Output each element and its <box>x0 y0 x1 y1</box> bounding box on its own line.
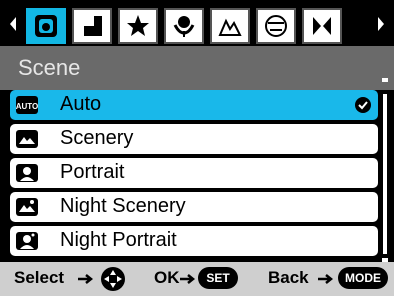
night-scenery-icon <box>16 198 38 216</box>
list-item-portrait[interactable]: Portrait <box>10 158 378 188</box>
auto-icon: AUTO <box>16 96 39 114</box>
list-item-label: Portrait <box>60 161 125 183</box>
ok-hint-label: OK <box>154 268 180 287</box>
arrow-right-icon <box>318 274 334 284</box>
menu-header: Scene <box>0 46 394 90</box>
portrait-icon <box>16 164 38 182</box>
tab-favorites[interactable] <box>118 8 158 44</box>
button-hints-bar: Select OK SET Back MODE <box>0 262 394 296</box>
list-item-night-scenery[interactable]: Night Scenery <box>10 192 378 222</box>
set-button-icon: SET <box>198 267 238 289</box>
list-item-label: Night Scenery <box>60 195 186 217</box>
svg-text:AUTO: AUTO <box>16 102 39 111</box>
exposure-icon <box>84 16 102 36</box>
list-item-scenery[interactable]: Scenery <box>10 124 378 154</box>
scroll-up-marker <box>382 78 388 82</box>
bracket-icon <box>313 17 331 35</box>
arrow-right-icon[interactable] <box>376 16 386 32</box>
checkmark-icon <box>355 97 371 113</box>
night-portrait-icon <box>16 232 38 250</box>
tab-scene-mode[interactable] <box>26 8 66 44</box>
list-item-night-portrait[interactable]: Night Portrait <box>10 226 378 256</box>
dpad-icon <box>101 267 125 291</box>
tab-landscape[interactable] <box>210 8 250 44</box>
mountain-landscape-icon <box>218 18 242 36</box>
tab-filter[interactable] <box>256 8 296 44</box>
tab-bracket[interactable] <box>302 8 342 44</box>
list-item-label: Scenery <box>60 127 134 149</box>
star-icon <box>127 15 149 36</box>
page-title: Scene <box>18 55 81 80</box>
select-hint-label: Select <box>14 268 65 287</box>
scrollbar[interactable] <box>383 94 387 254</box>
list-item-label: Night Portrait <box>60 229 177 251</box>
scenery-icon <box>16 130 38 148</box>
filter-effect-icon <box>265 15 287 37</box>
arrow-left-icon[interactable] <box>8 16 18 32</box>
tab-macro[interactable] <box>164 8 204 44</box>
list-item-auto[interactable]: AUTO Auto <box>10 90 378 120</box>
scene-list: AUTO Auto Scenery Portrait Night Scenery… <box>0 90 394 262</box>
mode-button-icon: MODE <box>338 267 388 289</box>
arrow-right-icon <box>180 274 196 284</box>
back-hint-label: Back <box>268 268 309 287</box>
camera-menu-screen: Scene AUTO Auto Scenery Portrait Night S… <box>0 0 394 296</box>
scene-mode-icon <box>35 15 57 37</box>
list-item-label: Auto <box>60 93 102 115</box>
tab-strip <box>0 0 394 46</box>
flower-macro-icon <box>173 16 195 37</box>
tab-exposure[interactable] <box>72 8 112 44</box>
arrow-right-icon <box>78 274 94 284</box>
